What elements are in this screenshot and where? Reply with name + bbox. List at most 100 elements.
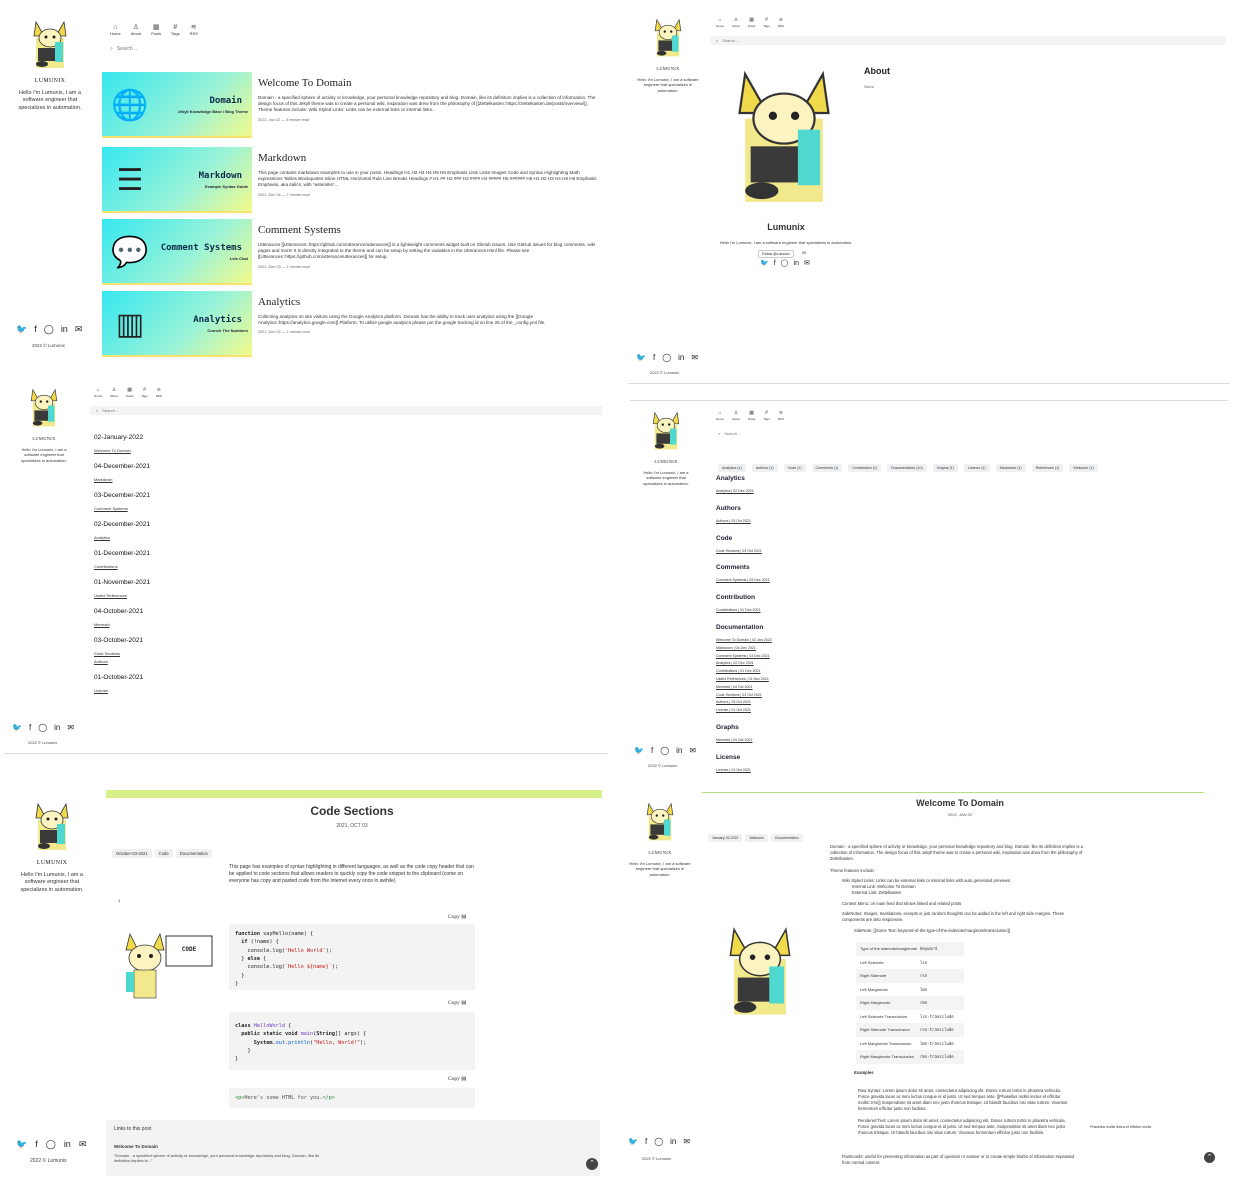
linkedin-icon[interactable]: in (670, 1138, 676, 1146)
twitter-icon[interactable]: 🐦 (634, 747, 644, 755)
post-title[interactable]: Markdown (258, 152, 597, 164)
tag-chip[interactable]: Authors (1) (751, 464, 778, 472)
linkedin-icon[interactable]: in (794, 260, 799, 267)
linkedin-icon[interactable]: in (54, 724, 60, 732)
github-icon[interactable]: ◯ (44, 325, 54, 334)
search-input[interactable]: Search ... (722, 38, 739, 43)
nav-tags[interactable]: # Tags (763, 411, 769, 422)
email-icon[interactable]: ✉ (683, 1138, 690, 1146)
tag-chip[interactable]: Graphs (1) (932, 464, 958, 472)
search-input[interactable]: Search ... (117, 46, 138, 52)
post-card[interactable]: ▥ Analytics Crunch The Numbers Analytics Co… (102, 291, 597, 357)
facebook-icon[interactable]: f (653, 354, 655, 362)
facebook-icon[interactable]: f (774, 260, 776, 267)
tag-post-link[interactable]: Analytics | 02 Dec 2021 (716, 661, 754, 665)
tag-post-link[interactable]: Mermaid | 04 Oct 2021 (716, 738, 753, 742)
avatar[interactable] (30, 18, 70, 72)
twitter-icon[interactable]: 🐦 (16, 1140, 27, 1149)
github-icon[interactable]: ◯ (781, 260, 789, 267)
tag-post-link[interactable]: Useful References | 01 Nov 2021 (716, 677, 769, 681)
post-thumbnail[interactable]: ▥ Analytics Crunch The Numbers (102, 291, 252, 357)
facebook-icon[interactable]: f (35, 1140, 38, 1149)
nav-home[interactable]: ⌂ Home (110, 24, 121, 36)
copy-button[interactable]: Copy ▤ (448, 1076, 467, 1082)
nav-rss[interactable]: ≋ RSS (190, 24, 198, 36)
nav-home[interactable]: ⌂ Home (716, 18, 724, 29)
tag-chip[interactable]: References (1) (1031, 464, 1064, 472)
linkedin-icon[interactable]: in (678, 354, 684, 362)
archive-post-link[interactable]: Analytics (94, 535, 110, 540)
avatar[interactable] (650, 409, 682, 453)
nav-about[interactable]: ♙ About (732, 18, 740, 29)
search-bar[interactable]: ⌕ Search ... (710, 36, 1226, 45)
facebook-icon[interactable]: f (29, 724, 31, 732)
post-title[interactable]: Analytics (258, 296, 597, 308)
email-icon[interactable]: ✉ (67, 724, 74, 732)
tag-chip[interactable]: Documentation (10) (887, 464, 927, 472)
external-link[interactable]: External Link: Zettelkasten (852, 890, 901, 896)
post-title[interactable]: Welcome To Domain (258, 77, 597, 89)
search-bar[interactable]: ⌕ Search ... (110, 46, 600, 52)
avatar[interactable] (644, 800, 676, 844)
tag-chip[interactable]: Comments (1) (811, 464, 843, 472)
footnote-marker[interactable]: 1 (118, 898, 120, 903)
github-follow-button[interactable]: Follow @Lumunix (758, 250, 794, 258)
tag-chip[interactable]: Code (154, 849, 173, 858)
post-card[interactable]: ☰ Markdown Example Syntax Guide Markdown Th… (102, 147, 597, 213)
tag-chip[interactable]: Documentation (175, 849, 212, 858)
archive-post-link[interactable]: Contributions (94, 564, 118, 569)
search-input[interactable]: Search ... (102, 408, 119, 413)
tag-post-link[interactable]: Code Sections | 03 Oct 2021 (716, 693, 762, 697)
github-icon[interactable]: ◯ (46, 1140, 56, 1149)
archive-post-link[interactable]: Mermaid (94, 622, 110, 627)
search-bar[interactable]: ⌕ Search ... (712, 429, 1224, 438)
twitter-icon[interactable]: 🐦 (12, 724, 22, 732)
tag-post-link[interactable]: Comment Systems | 03 Dec 2021 (716, 578, 770, 582)
tag-post-link[interactable]: Markdown | 04 Dec 2021 (716, 646, 756, 650)
github-icon[interactable]: ◯ (38, 724, 47, 732)
nav-rss[interactable]: ≋ RSS (156, 388, 162, 399)
search-bar[interactable]: ⌕ Search ... (90, 406, 602, 415)
nav-tags[interactable]: # Tags (171, 24, 179, 36)
github-icon[interactable]: ◯ (654, 1138, 663, 1146)
tag-chip[interactable]: Analytics (1) (718, 464, 746, 472)
nav-posts[interactable]: ▦ Posts (748, 18, 756, 29)
tag-post-link[interactable]: License | 01 Oct 2021 (716, 768, 751, 772)
linkedin-icon[interactable]: in (61, 325, 68, 334)
archive-post-link[interactable]: License (94, 688, 108, 693)
backlink[interactable]: Welcome To Domain (114, 1144, 158, 1149)
archive-post-link[interactable]: Code Sections (94, 651, 120, 656)
twitter-icon[interactable]: 🐦 (628, 1138, 638, 1146)
email-icon[interactable]: ✉ (79, 1140, 87, 1149)
nav-rss[interactable]: ≋ RSS (778, 18, 784, 29)
avatar[interactable] (652, 16, 684, 60)
post-card[interactable]: 🌐 Domain Jekyll Knowledge Base / Blog Them… (102, 72, 597, 138)
post-thumbnail[interactable]: 💬 Comment Systems Lets Chat (102, 219, 252, 285)
archive-post-link[interactable]: Authors (94, 659, 108, 664)
archive-post-link[interactable]: Comment Systems (94, 506, 128, 511)
scroll-to-top-button[interactable]: ⌃ (586, 1158, 598, 1170)
nav-about[interactable]: ♙ About (131, 24, 141, 36)
email-icon[interactable]: ✉ (691, 354, 698, 362)
nav-about[interactable]: ♙ About (110, 388, 118, 399)
email-icon[interactable]: ✉ (75, 325, 83, 334)
nav-tags[interactable]: # Tags (763, 18, 769, 29)
tag-chip[interactable]: October-03-2021 (112, 849, 152, 858)
tag-chip[interactable]: Code (1) (783, 464, 806, 472)
post-card[interactable]: 💬 Comment Systems Lets Chat Comment System… (102, 219, 597, 285)
github-icon[interactable]: ◯ (662, 354, 671, 362)
tag-chip[interactable]: Welcome (745, 834, 768, 842)
scroll-to-top-button[interactable]: ⌃ (1204, 1152, 1215, 1163)
tag-chip[interactable]: Markdown (1) (995, 464, 1026, 472)
tag-post-link[interactable]: Mermaid | 04 Oct 2021 (716, 685, 753, 689)
archive-post-link[interactable]: Useful References (94, 593, 127, 598)
nav-about[interactable]: ♙ About (732, 411, 740, 422)
avatar[interactable] (28, 386, 60, 430)
tag-chip[interactable]: Documentation (771, 834, 803, 842)
tag-post-link[interactable]: Comment Systems | 03 Dec 2021 (716, 654, 770, 658)
nav-rss[interactable]: ≋ RSS (778, 411, 784, 422)
tag-chip[interactable]: Welcome (1) (1069, 464, 1098, 472)
github-icon[interactable]: ◯ (660, 747, 669, 755)
email-icon[interactable]: ✉ (804, 260, 810, 267)
avatar[interactable] (32, 800, 72, 854)
